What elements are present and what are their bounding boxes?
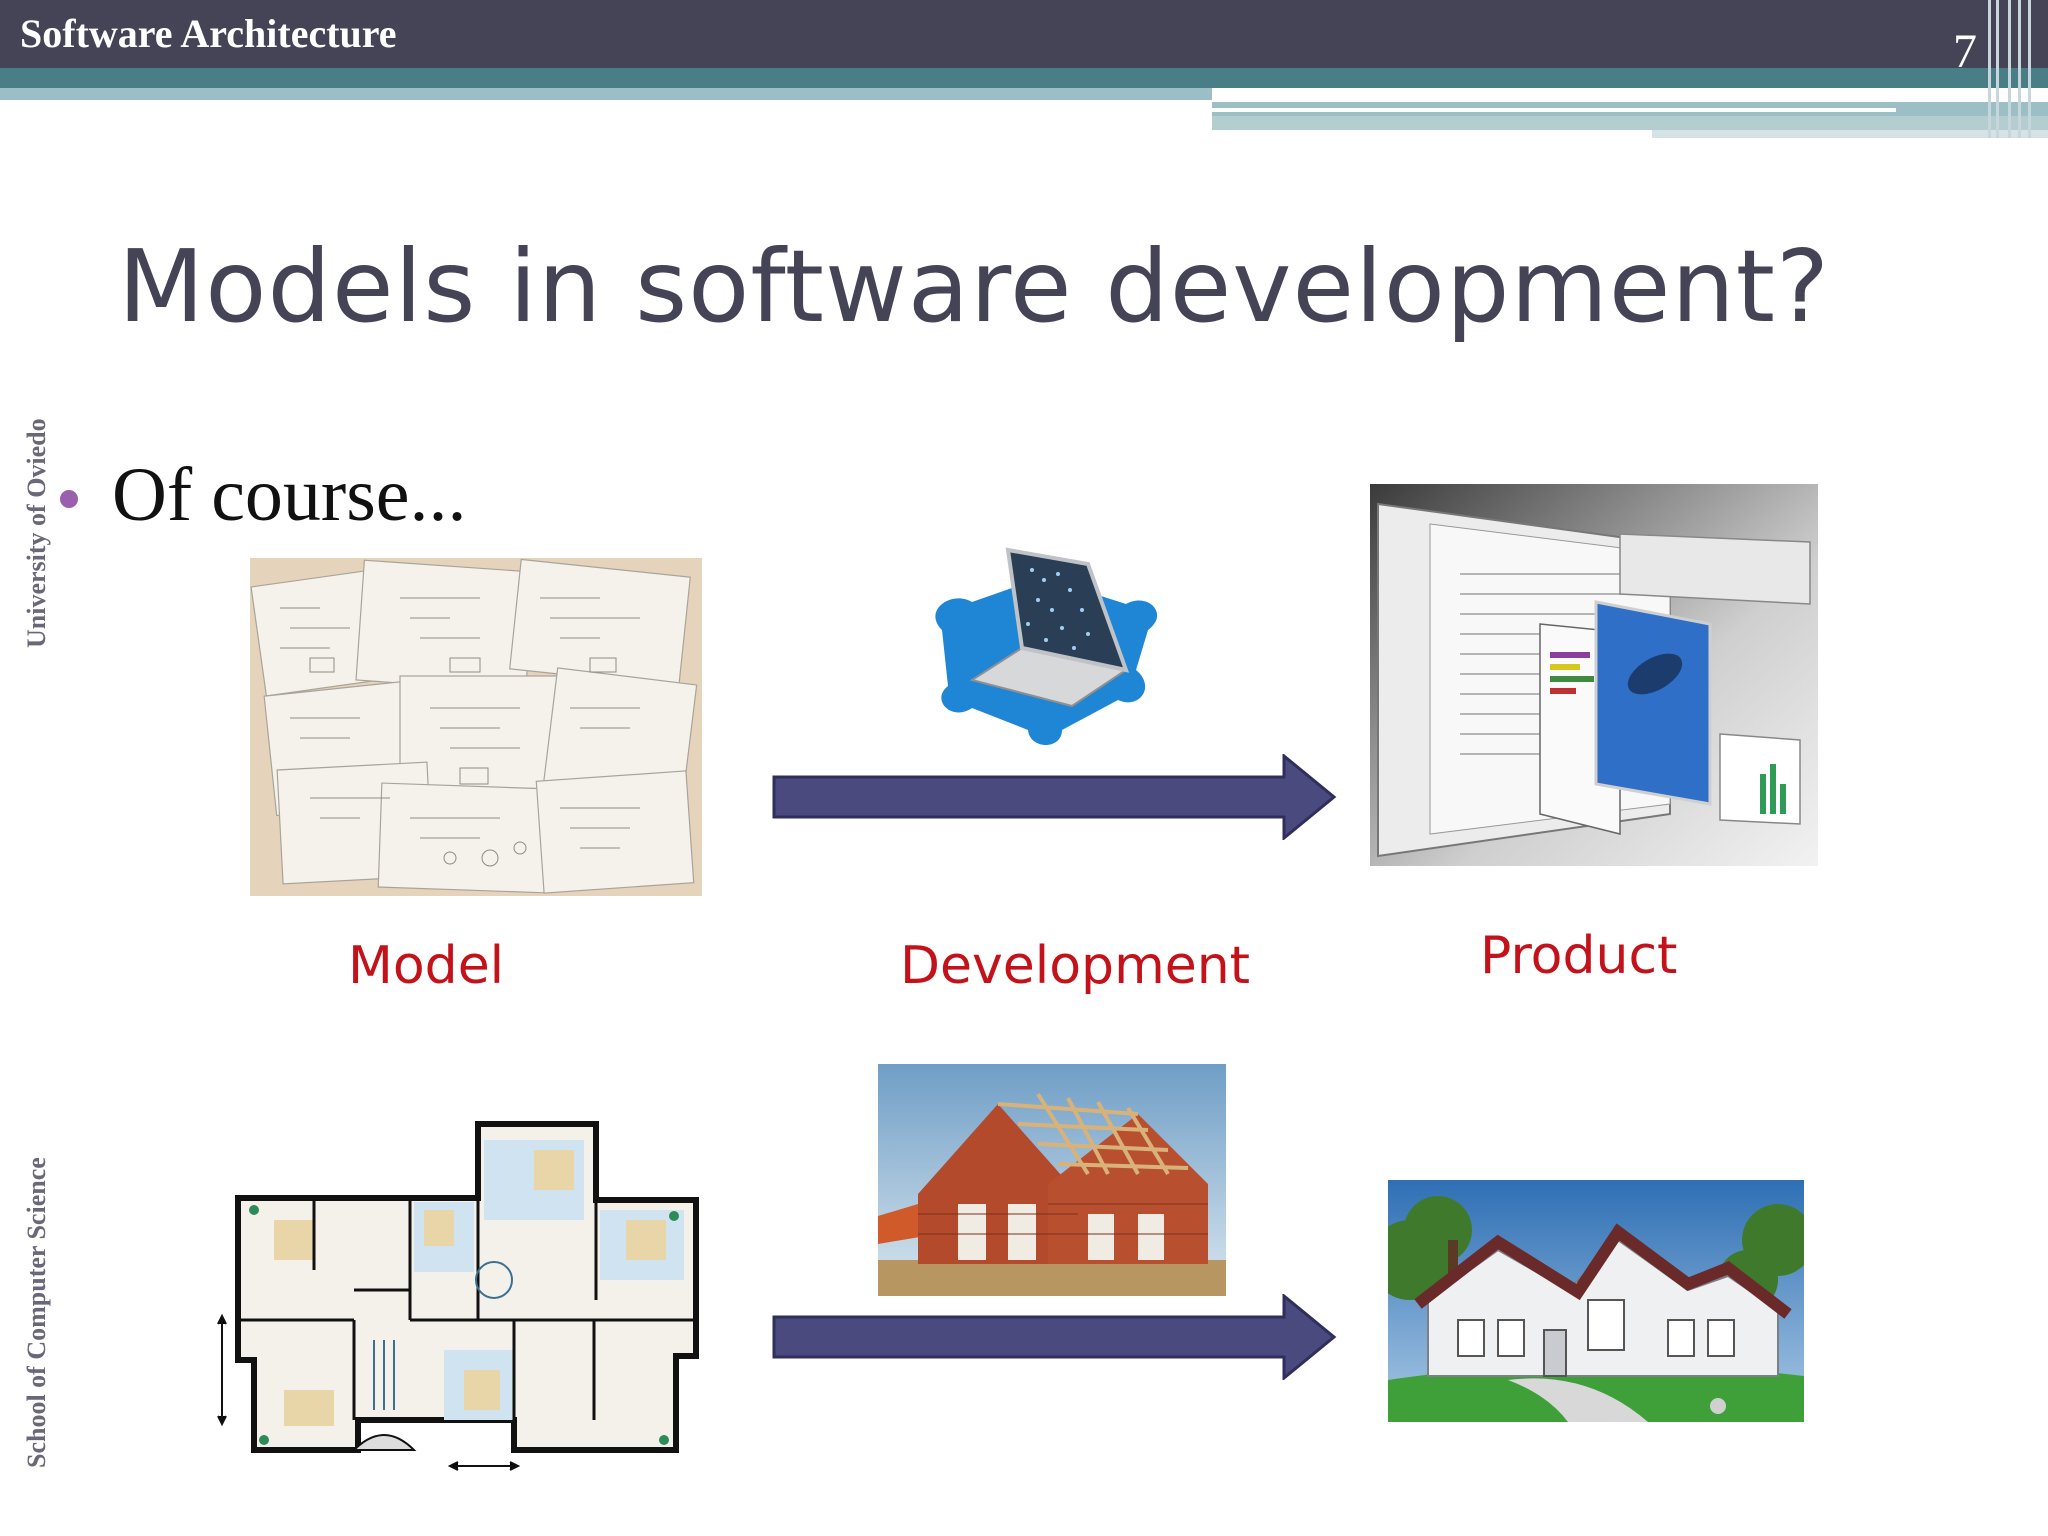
model-diagrams-image [250, 558, 702, 896]
finished-house-image [1388, 1180, 1804, 1422]
side-label-university: University of Oviedo [22, 418, 51, 648]
decorative-line [1996, 0, 1999, 138]
construction-arrow [772, 1294, 1337, 1380]
caption-model: Model [348, 936, 505, 996]
side-label-school: School of Computer Science [22, 1157, 51, 1468]
product-software-image [1370, 484, 1818, 866]
decorative-stripe [0, 88, 1212, 100]
decorative-stripe [0, 68, 2048, 88]
caption-product: Product [1480, 926, 1678, 986]
caption-development: Development [900, 936, 1251, 996]
construction-house-image [878, 1064, 1226, 1296]
development-arrow [772, 754, 1337, 840]
floor-plan-image [214, 1120, 714, 1480]
decorative-line [2008, 0, 2011, 138]
decorative-line [2028, 0, 2031, 138]
header-title: Software Architecture [20, 11, 397, 56]
decorative-stripe [1212, 108, 1896, 112]
bullet-text: Of course... [112, 453, 467, 537]
decorative-line [2018, 0, 2021, 138]
decorative-line [1988, 0, 1991, 138]
bullet-icon [60, 490, 78, 508]
decorative-stripe [1212, 116, 2048, 130]
slide-title: Models in software development? [118, 228, 1831, 345]
development-laptop-image [912, 530, 1170, 750]
decorative-stripe [1212, 88, 2048, 102]
